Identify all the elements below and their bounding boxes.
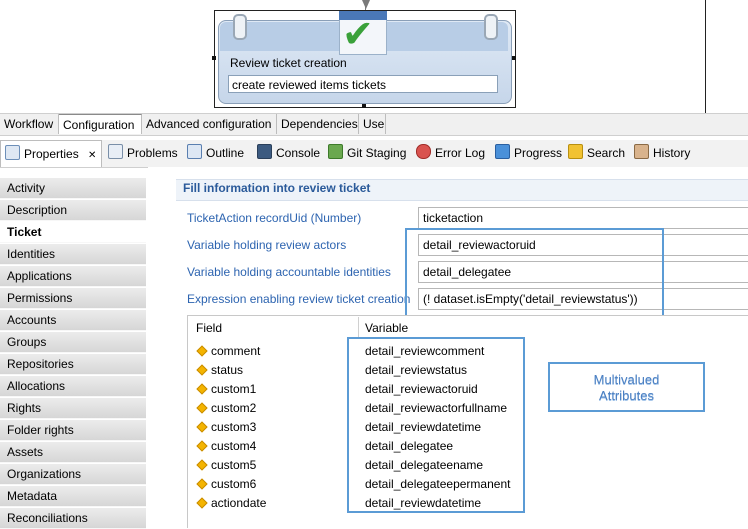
table-row-field[interactable]: custom5: [211, 458, 256, 472]
ticketaction-recorduid-label: TicketAction recordUid (Number): [187, 211, 362, 225]
tab-advanced-configuration[interactable]: Advanced configuration: [142, 114, 277, 134]
nav-item-organizations[interactable]: Organizations: [0, 464, 146, 485]
view-tab-progress[interactable]: Progress: [495, 140, 562, 167]
nav-item-reconciliations[interactable]: Reconciliations: [0, 508, 146, 529]
view-tab-outline[interactable]: Outline: [187, 140, 244, 167]
tab-workflow[interactable]: Workflow: [0, 114, 59, 134]
section-title: Fill information into review ticket: [183, 181, 371, 195]
column-header-field[interactable]: Field: [196, 321, 222, 335]
table-row-field[interactable]: comment: [211, 344, 260, 358]
resize-handle-right[interactable]: [512, 56, 516, 60]
callout-line-1: Multivalued: [593, 372, 660, 387]
node-title: Review ticket creation: [230, 56, 347, 70]
table-row-field[interactable]: custom1: [211, 382, 256, 396]
review-actors-label: Variable holding review actors: [187, 238, 347, 252]
nav-item-activity[interactable]: Activity: [0, 178, 146, 199]
table-row-field[interactable]: custom6: [211, 477, 256, 491]
nav-item-permissions[interactable]: Permissions: [0, 288, 146, 309]
nav-item-description[interactable]: Description: [0, 200, 146, 221]
column-separator[interactable]: [358, 317, 359, 339]
view-tab-progress-label: Progress: [514, 146, 563, 160]
table-row-field[interactable]: actiondate: [211, 496, 266, 510]
nav-item-groups[interactable]: Groups: [0, 332, 146, 353]
table-row-field[interactable]: status: [211, 363, 243, 377]
nav-item-metadata[interactable]: Metadata: [0, 486, 146, 507]
view-tab-problems-label: Problems: [127, 146, 178, 160]
view-tab-console-label: Console: [276, 146, 321, 160]
connector-vertical-line: [705, 0, 706, 113]
callout-line-2: Attributes: [599, 388, 654, 403]
error-log-icon: [416, 144, 431, 159]
close-icon[interactable]: ✕: [88, 150, 96, 161]
nav-item-ticket[interactable]: Ticket: [0, 222, 146, 243]
nav-item-assets[interactable]: Assets: [0, 442, 146, 463]
progress-icon: [495, 144, 510, 159]
view-tab-console[interactable]: Console: [257, 140, 320, 167]
view-tab-search-label: Search: [587, 146, 626, 160]
view-tab-error-log-label: Error Log: [435, 146, 486, 160]
view-tab-history-label: History: [653, 146, 691, 160]
nav-item-rights[interactable]: Rights: [0, 398, 146, 419]
console-icon: [257, 144, 272, 159]
view-tab-properties[interactable]: Properties ✕: [0, 140, 102, 167]
view-tab-history[interactable]: History: [634, 140, 690, 167]
multivalued-attributes-callout: Multivalued Attributes: [548, 362, 705, 412]
editor-tab-bar: Workflow Configuration Advanced configur…: [0, 113, 748, 136]
node-description-field[interactable]: create reviewed items tickets: [228, 75, 498, 93]
nav-item-accounts[interactable]: Accounts: [0, 310, 146, 331]
view-tab-git-staging[interactable]: Git Staging: [328, 140, 406, 167]
highlight-box-variables: [347, 337, 525, 513]
properties-icon: [5, 145, 20, 160]
nav-item-allocations[interactable]: Allocations: [0, 376, 146, 397]
ticketaction-recorduid-input[interactable]: ticketaction: [418, 207, 748, 229]
column-header-variable[interactable]: Variable: [365, 321, 408, 335]
table-row-field[interactable]: custom4: [211, 439, 256, 453]
resize-handle-left[interactable]: [212, 56, 216, 60]
table-row-field[interactable]: custom3: [211, 420, 256, 434]
tab-configuration[interactable]: Configuration: [59, 114, 142, 134]
outline-icon: [187, 144, 202, 159]
view-tab-git-staging-label: Git Staging: [347, 146, 407, 160]
view-tab-problems[interactable]: Problems: [108, 140, 178, 167]
view-tab-search[interactable]: Search: [568, 140, 625, 167]
table-row-field[interactable]: custom2: [211, 401, 256, 415]
binder-ring-left-icon: [233, 14, 247, 40]
nav-item-applications[interactable]: Applications: [0, 266, 146, 287]
connector-arrow: [362, 0, 370, 9]
resize-handle-bottom[interactable]: [362, 104, 366, 108]
nav-item-repositories[interactable]: Repositories: [0, 354, 146, 375]
view-tab-properties-label: Properties: [24, 147, 79, 161]
search-icon: [568, 144, 583, 159]
git-staging-icon: [328, 144, 343, 159]
view-tab-outline-label: Outline: [206, 146, 245, 160]
tab-dependencies[interactable]: Dependencies: [277, 114, 359, 134]
accountable-identities-label: Variable holding accountable identities: [187, 265, 391, 279]
tab-use[interactable]: Use: [359, 114, 386, 134]
problems-icon: [108, 144, 123, 159]
history-icon: [634, 144, 649, 159]
ticket-creation-expression-label: Expression enabling review ticket creati…: [187, 292, 411, 306]
view-tab-bar: Properties ✕ Problems Outline Console Gi…: [0, 140, 748, 168]
binder-ring-right-icon: [484, 14, 498, 40]
highlight-box-inputs: [405, 228, 664, 320]
view-tab-error-log[interactable]: Error Log: [416, 140, 485, 167]
checkmark-icon: ✔: [342, 12, 374, 56]
properties-sidenav: Activity Description Ticket Identities A…: [0, 178, 146, 529]
nav-item-identities[interactable]: Identities: [0, 244, 146, 265]
nav-item-folder-rights[interactable]: Folder rights: [0, 420, 146, 441]
